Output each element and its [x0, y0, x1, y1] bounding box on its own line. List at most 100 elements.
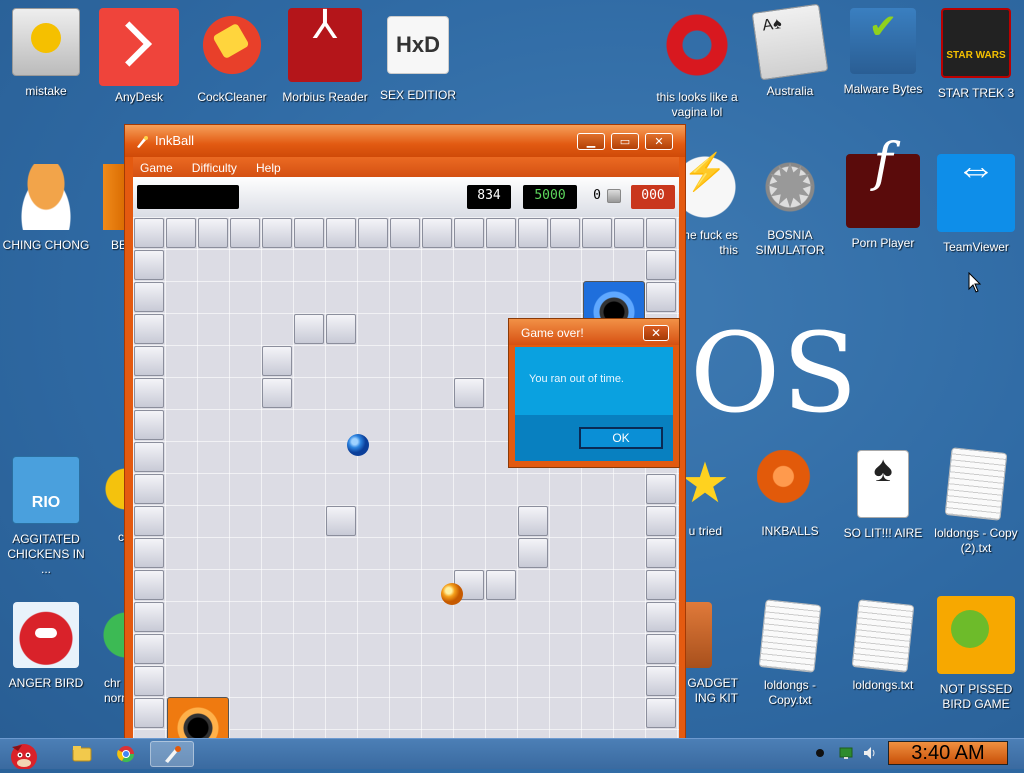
flash-icon — [846, 154, 920, 228]
wall-block — [134, 378, 164, 408]
desktop-icon-label: chr norm — [104, 676, 132, 705]
desktop-icon-morbius[interactable]: Morbius Reader — [279, 2, 371, 105]
wall-block — [166, 218, 196, 248]
desktop-icon-angerbird[interactable]: ANGER BIRD — [0, 596, 92, 691]
desktop-icon-pornplayer[interactable]: Porn Player — [837, 148, 929, 251]
inkball-icon — [165, 746, 181, 763]
desktop-icon-inkballs[interactable]: INKBALLS — [744, 444, 836, 539]
desktop-icon-solitaire[interactable]: SO LIT!!! AIRE — [837, 444, 929, 541]
chrome-icon — [104, 456, 126, 522]
start-button[interactable] — [2, 739, 46, 770]
taskbar: 3:40 AM — [0, 738, 1024, 770]
desktop-icon-mistake[interactable]: mistake — [0, 2, 92, 99]
maximize-button[interactable]: ▭ — [611, 133, 639, 150]
menu-game[interactable]: Game — [133, 159, 180, 177]
desktop-icon-c[interactable]: c — [100, 450, 126, 545]
teamviewer-icon — [937, 154, 1015, 232]
desktop-icon-opera[interactable]: this looks like a vagina lol — [651, 2, 743, 120]
wall-block — [134, 634, 164, 664]
wall-block — [134, 506, 164, 536]
star-wars-icon — [941, 8, 1011, 78]
wall-block — [294, 314, 324, 344]
wall-block — [646, 570, 676, 600]
close-button[interactable]: ✕ — [645, 133, 673, 150]
wall-block — [134, 282, 164, 312]
dialog-message: You ran out of time. — [529, 373, 624, 385]
computer-icon — [12, 8, 80, 76]
taskbar-inkball[interactable] — [150, 741, 194, 767]
taskbar-chrome[interactable] — [106, 741, 146, 767]
shield-icon — [850, 8, 916, 74]
wall-block — [390, 218, 420, 248]
desktop-icon-aggitated[interactable]: AGGITATED CHICKENS IN ... — [0, 450, 92, 577]
wall-block — [646, 634, 676, 664]
desktop-icon-label: BE — [111, 238, 128, 252]
wall-block — [646, 666, 676, 696]
desktop-icon-malwarebytes[interactable]: Malware Bytes — [837, 2, 929, 97]
desktop-icon-label: c — [118, 530, 124, 544]
desktop-icon-loldongs[interactable]: loldongs.txt — [837, 596, 929, 693]
dialog-body: You ran out of time. OK — [515, 347, 673, 461]
wall-block — [646, 474, 676, 504]
wall-block — [134, 538, 164, 568]
minimize-button[interactable]: ▁ — [577, 133, 605, 150]
mine-icon — [757, 154, 823, 220]
timer-display: 000 — [631, 185, 675, 209]
desktop-icon-label: ANGER BIRD — [8, 676, 84, 690]
wall-block — [550, 218, 580, 248]
opera-icon — [660, 8, 734, 82]
desktop-icon-loldongs-copy[interactable]: loldongs - Copy.txt — [744, 596, 836, 708]
desktop-icon-chrome2[interactable]: chr norm — [98, 596, 132, 706]
dialog-close-button[interactable]: ✕ — [643, 325, 669, 341]
desktop-icon-bosnia[interactable]: BOSNIA SIMULATOR — [744, 148, 836, 258]
wall-block — [454, 218, 484, 248]
wall-block — [198, 218, 228, 248]
title-bar[interactable]: InkBall ▁ ▭ ✕ — [125, 125, 685, 157]
score-display: 834 — [467, 185, 511, 209]
angry-birds-rio-icon — [12, 456, 80, 524]
desktop-icon-loldongs-copy2[interactable]: loldongs - Copy (2).txt — [930, 444, 1022, 556]
wall-block — [230, 218, 260, 248]
desktop-icon-startrek[interactable]: STAR TREK 3 — [930, 2, 1022, 101]
wall-block — [134, 346, 164, 376]
volume-icon[interactable] — [862, 745, 878, 761]
wall-block — [646, 218, 676, 248]
network-icon[interactable] — [838, 745, 854, 761]
wallpaper-text: OS — [690, 309, 860, 437]
orange-ball — [441, 583, 463, 605]
desktop-icon-be[interactable]: BE — [93, 158, 128, 253]
clock[interactable]: 3:40 AM — [888, 741, 1008, 765]
taskbar-explorer[interactable] — [62, 741, 102, 767]
desktop-icon-label: loldongs - Copy (2).txt — [934, 526, 1018, 555]
target-score-display: 5000 — [523, 185, 577, 209]
desktop-icon-chingchong[interactable]: CHING CHONG — [0, 158, 92, 253]
angry-bird-start-icon — [11, 744, 37, 770]
game-board[interactable] — [133, 217, 679, 741]
desktop-icon-australia[interactable]: Australia — [744, 2, 836, 99]
wall-block — [486, 570, 516, 600]
dialog-title-bar[interactable]: Game over! ✕ — [509, 319, 679, 345]
tray-record-icon[interactable] — [812, 745, 828, 761]
blue-ball — [347, 434, 369, 456]
desktop-icon-cockcleaner[interactable]: CockCleaner — [186, 2, 278, 105]
desktop-icon-label: AnyDesk — [114, 90, 164, 104]
desktop-icon-teamviewer[interactable]: TeamViewer — [930, 148, 1022, 255]
ccleaner-icon — [195, 8, 269, 82]
text-document-icon — [944, 447, 1008, 521]
wall-block — [262, 346, 292, 376]
dialog-footer: OK — [515, 415, 673, 461]
wall-block — [134, 442, 164, 472]
wall-block — [134, 410, 164, 440]
text-document-icon — [851, 599, 915, 673]
wall-block — [134, 218, 164, 248]
desktop-icon-notpissed[interactable]: NOT PISSED BIRD GAME — [930, 590, 1022, 712]
score-bar: 834 5000 0 000 — [133, 177, 679, 217]
menu-help[interactable]: Help — [249, 159, 288, 177]
menu-difficulty[interactable]: Difficulty — [185, 159, 244, 177]
orange-hole — [167, 697, 229, 741]
grey-ball-icon — [607, 189, 621, 203]
folder-icon — [72, 746, 92, 762]
desktop-icon-anydesk[interactable]: AnyDesk — [93, 2, 185, 105]
ok-button[interactable]: OK — [579, 427, 663, 449]
desktop-icon-sexeditior[interactable]: SEX EDITIOR — [372, 2, 464, 103]
